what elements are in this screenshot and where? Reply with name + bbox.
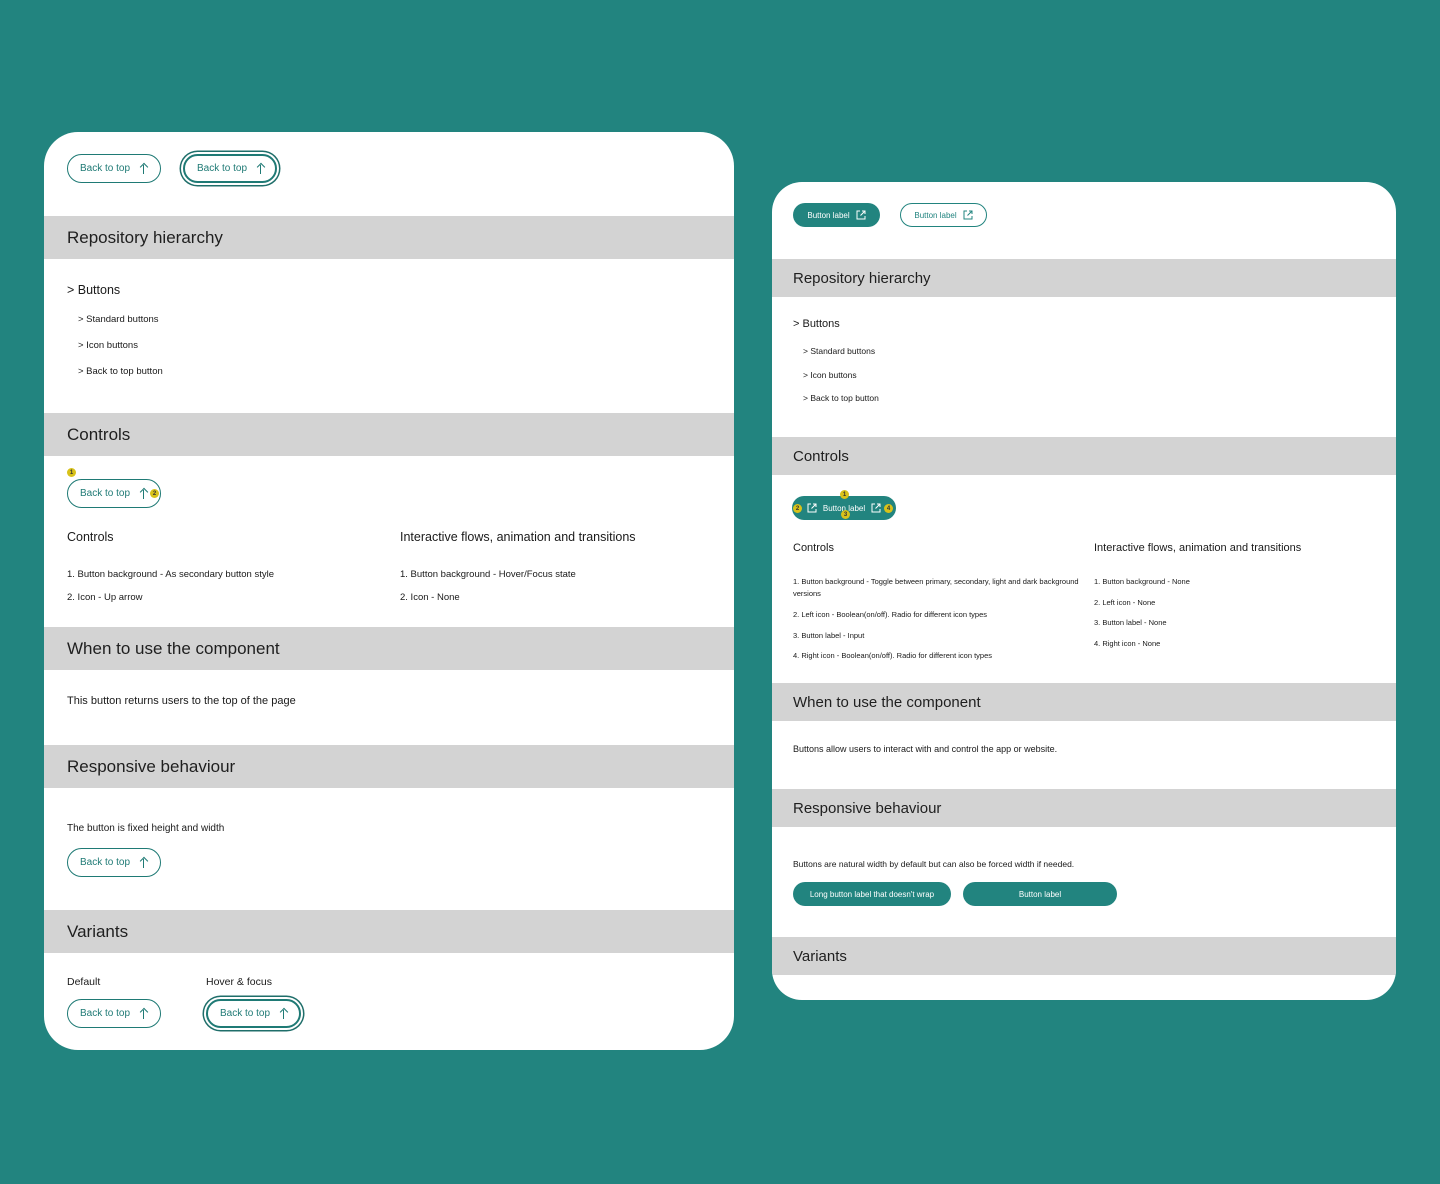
external-link-icon — [871, 503, 881, 513]
section-title: Variants — [793, 947, 847, 965]
flows-item: 2. Icon - None — [400, 592, 460, 603]
responsive-text: The button is fixed height and width — [67, 823, 225, 834]
right-doc-card: Button label Button label Repository hie… — [772, 182, 1396, 1000]
button-label: Button label — [1018, 889, 1062, 899]
section-header-when: When to use the component — [772, 683, 1396, 721]
controls-col-title: Controls — [67, 530, 114, 544]
when-text: Buttons allow users to interact with and… — [793, 744, 1058, 754]
annotation-marker: 1 — [840, 490, 849, 499]
annotation-marker: 2 — [150, 489, 159, 498]
controls-item: 4. Right icon - Boolean(on/off). Radio f… — [793, 651, 993, 660]
button-label: Long button label that doesn't wrap — [809, 889, 935, 899]
section-header-when: When to use the component — [44, 627, 734, 670]
flows-item: 1. Button background - Hover/Focus state — [400, 569, 576, 580]
controls-item: 1. Button background - Toggle between pr… — [793, 577, 1079, 598]
arrow-up-icon — [139, 857, 149, 869]
flows-item: 2. Left icon - None — [1094, 598, 1156, 607]
flows-col-title: Interactive flows, animation and transit… — [1094, 542, 1302, 554]
annotation-marker: 4 — [884, 504, 893, 513]
section-title: Responsive behaviour — [793, 799, 942, 817]
responsive-text: Buttons are natural width by default but… — [793, 859, 1075, 869]
controls-col-title: Controls — [793, 542, 834, 554]
section-title: Variants — [67, 921, 129, 941]
section-title: When to use the component — [67, 638, 280, 658]
section-header-repo: Repository hierarchy — [772, 259, 1396, 297]
button-label: Button label — [914, 210, 957, 220]
repo-item[interactable]: > Standard buttons — [78, 314, 159, 325]
section-header-responsive: Responsive behaviour — [772, 789, 1396, 827]
secondary-button[interactable]: Button label — [900, 203, 987, 227]
section-title: Controls — [67, 424, 131, 444]
repo-root-link[interactable]: > Buttons — [793, 318, 840, 330]
section-header-controls: Controls — [772, 437, 1396, 475]
back-to-top-button-focus[interactable]: Back to top — [183, 154, 277, 183]
section-header-controls: Controls — [44, 413, 734, 456]
button-label: Button label — [807, 210, 850, 220]
when-text: This button returns users to the top of … — [67, 695, 296, 707]
left-doc-card: Back to top Back to top Repository hiera… — [44, 132, 734, 1050]
external-link-icon — [807, 503, 817, 513]
back-to-top-label: Back to top — [220, 1008, 271, 1019]
arrow-up-icon — [139, 163, 149, 175]
primary-button-forced-width[interactable]: Button label — [963, 882, 1117, 906]
section-header-repo: Repository hierarchy — [44, 216, 734, 259]
section-title: Responsive behaviour — [67, 756, 236, 776]
repo-item[interactable]: > Standard buttons — [803, 346, 875, 356]
controls-item: 2. Icon - Up arrow — [67, 592, 143, 603]
variant-label: Default — [67, 976, 101, 988]
flows-item: 3. Button label - None — [1094, 618, 1167, 627]
section-title: Repository hierarchy — [67, 227, 223, 247]
controls-item: 1. Button background - As secondary butt… — [67, 569, 275, 580]
controls-item: 2. Left icon - Boolean(on/off). Radio fo… — [793, 610, 988, 619]
flows-item: 4. Right icon - None — [1094, 639, 1161, 648]
primary-button[interactable]: Button label — [793, 203, 880, 227]
section-title: Controls — [793, 447, 849, 465]
back-to-top-button-focus[interactable]: Back to top — [206, 999, 301, 1028]
external-link-icon — [856, 210, 866, 220]
annotation-marker: 3 — [841, 510, 850, 519]
section-header-variants: Variants — [44, 910, 734, 953]
primary-button-long[interactable]: Long button label that doesn't wrap — [793, 882, 951, 906]
annotation-marker: 1 — [67, 468, 76, 477]
arrow-up-icon — [139, 1008, 149, 1020]
back-to-top-button[interactable]: Back to top — [67, 479, 161, 508]
section-title: Repository hierarchy — [793, 269, 931, 287]
arrow-up-icon — [139, 488, 149, 500]
controls-item: 3. Button label - Input — [793, 631, 865, 640]
arrow-up-icon — [256, 163, 266, 175]
back-to-top-label: Back to top — [80, 857, 131, 868]
section-title: When to use the component — [793, 693, 981, 711]
variant-label: Hover & focus — [206, 976, 272, 988]
repo-root-link[interactable]: > Buttons — [67, 283, 120, 297]
repo-item[interactable]: > Icon buttons — [803, 370, 857, 380]
repo-item[interactable]: > Back to top button — [803, 393, 879, 403]
annotation-marker: 2 — [793, 504, 802, 513]
back-to-top-button[interactable]: Back to top — [67, 999, 161, 1028]
flows-item: 1. Button background - None — [1094, 577, 1190, 586]
external-link-icon — [963, 210, 973, 220]
repo-item[interactable]: > Icon buttons — [78, 340, 138, 351]
repo-item[interactable]: > Back to top button — [78, 366, 163, 377]
back-to-top-label: Back to top — [80, 488, 131, 499]
section-header-variants: Variants — [772, 937, 1396, 975]
back-to-top-button[interactable]: Back to top — [67, 154, 161, 183]
arrow-up-icon — [279, 1008, 289, 1020]
section-header-responsive: Responsive behaviour — [44, 745, 734, 788]
back-to-top-label: Back to top — [197, 163, 248, 174]
back-to-top-button[interactable]: Back to top — [67, 848, 161, 877]
back-to-top-label: Back to top — [80, 1008, 131, 1019]
back-to-top-label: Back to top — [80, 163, 131, 174]
flows-col-title: Interactive flows, animation and transit… — [400, 530, 636, 544]
